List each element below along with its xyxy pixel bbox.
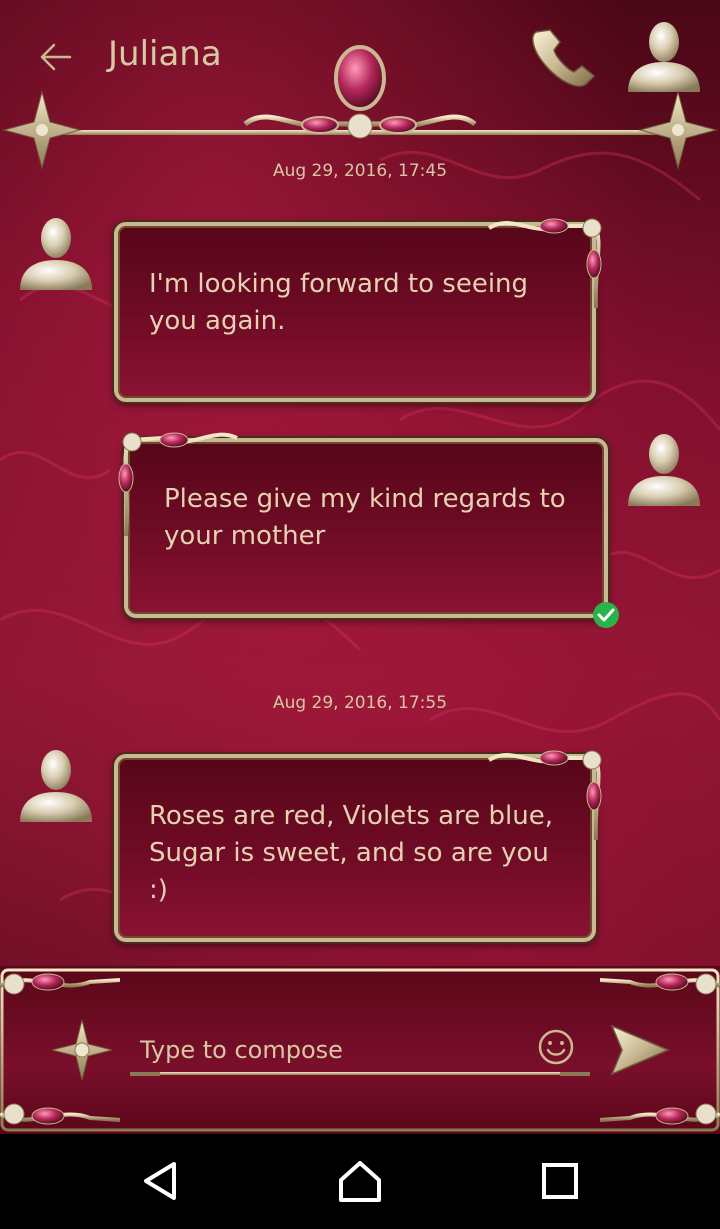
avatar[interactable] [16, 214, 96, 294]
delivered-check-icon [593, 602, 619, 628]
bubble-corner-ornament [487, 218, 602, 309]
smiley-icon[interactable] [537, 1028, 575, 1066]
message-timestamp: Aug 29, 2016, 17:55 [272, 693, 448, 713]
avatar[interactable] [624, 430, 704, 510]
send-arrow-icon[interactable] [608, 1024, 670, 1076]
ornament-menu-icon[interactable] [50, 1018, 114, 1082]
avatar[interactable] [16, 746, 96, 826]
triangle-back-icon[interactable] [138, 1158, 184, 1204]
bubble-corner-ornament [487, 750, 602, 841]
home-icon[interactable] [337, 1158, 383, 1204]
compose-underline [130, 1072, 590, 1076]
bubble-corner-ornament [118, 432, 238, 537]
square-recents-icon[interactable] [537, 1158, 583, 1204]
header-ornament [2, 45, 718, 170]
message-timestamp: Aug 29, 2016, 17:45 [272, 161, 448, 181]
